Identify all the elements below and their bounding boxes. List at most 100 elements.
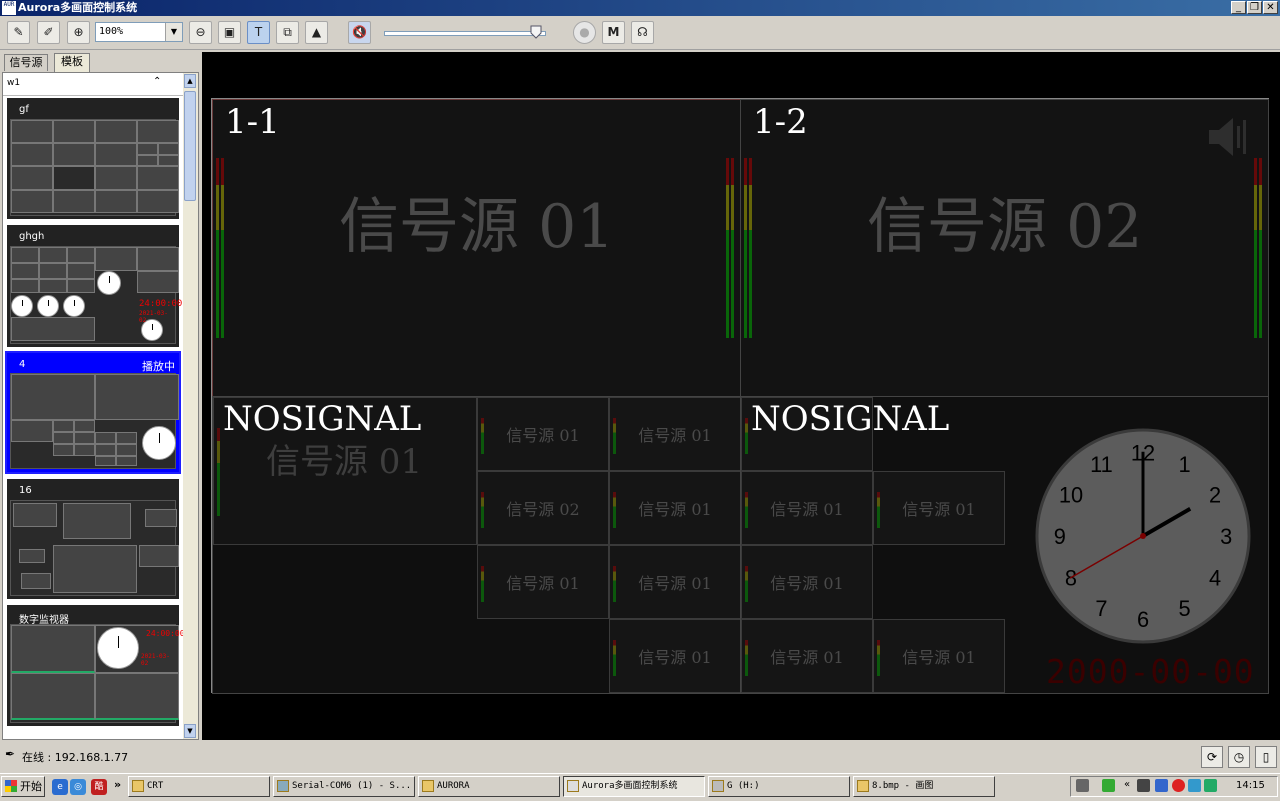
template-preview xyxy=(10,373,179,469)
speaker-icon xyxy=(1209,118,1246,156)
scroll-thumb[interactable] xyxy=(184,91,196,201)
template-preview: 24:00:00 2021-03-02 xyxy=(10,246,182,344)
link-tool-button[interactable]: ✐ xyxy=(37,21,60,44)
desktop-icon[interactable]: ◎ xyxy=(70,779,86,795)
task-button[interactable]: Serial-COM6 (1) - S... xyxy=(273,776,415,797)
sub-window[interactable]: 信号源 01 xyxy=(873,471,1005,545)
text-tool-button[interactable]: T xyxy=(247,21,270,44)
zoom-in-button[interactable]: ⊕ xyxy=(67,21,90,44)
sub-source-name: 信号源 01 xyxy=(902,648,976,667)
tab-template[interactable]: 模板 xyxy=(54,53,90,72)
sub-window[interactable]: 信号源 01 xyxy=(609,619,740,693)
task-button[interactable]: 8.bmp - 画图 xyxy=(853,776,995,797)
task-button-active[interactable]: Aurora多画面控制系统 xyxy=(563,776,705,797)
sub-window[interactable]: 信号源 01 xyxy=(609,397,740,471)
template-item-selected[interactable]: 4 播放中 xyxy=(5,351,181,474)
wall-window-2-1[interactable]: 信号源 01 NOSIGNAL 信号源 01 信号源 01 信号源 02 信号源… xyxy=(212,396,741,694)
clock-number: 2 xyxy=(1209,482,1221,507)
brush-icon: ✐ xyxy=(43,25,54,39)
restore-button[interactable]: ❐ xyxy=(1247,1,1262,14)
system-clock: 14:15 xyxy=(1236,780,1265,791)
mouse-icon: ▯ xyxy=(1262,750,1270,764)
title-bar: AUR Aurora多画面控制系统 _ ❐ ✕ xyxy=(0,0,1280,16)
quicklaunch-overflow[interactable]: » xyxy=(114,778,121,791)
chevron-down-icon[interactable]: ▼ xyxy=(165,23,182,41)
mini-date-text: 2021-03-02 xyxy=(141,653,170,667)
sub-window[interactable]: 信号源 01 xyxy=(873,619,1005,693)
sub-source-name: 信号源 01 xyxy=(770,648,844,667)
task-button[interactable]: G (H:) xyxy=(708,776,850,797)
headphones-icon: ☊ xyxy=(637,25,648,39)
wall-window-1-2[interactable]: 1-2 信号源 02 xyxy=(740,99,1269,397)
wall-window-1-1[interactable]: 1-1 信号源 01 xyxy=(212,99,741,397)
start-label: 开始 xyxy=(20,780,42,793)
template-scrollbar[interactable]: ▲ ▼ xyxy=(183,73,198,739)
chevron-up-icon[interactable]: ⌃ xyxy=(153,76,161,87)
template-item[interactable]: ghgh 24:00:00 2021-03-02 xyxy=(5,223,182,349)
analog-clock[interactable]: 12 1234567891011 xyxy=(1034,427,1252,645)
clock-button[interactable]: ◷ xyxy=(1228,746,1250,768)
window-source-name: 信号源 01 xyxy=(339,192,615,262)
image-button[interactable]: ▲ xyxy=(305,21,328,44)
task-label: 8.bmp - 画图 xyxy=(872,781,934,791)
sub-window[interactable]: 信号源 01 xyxy=(477,545,609,619)
volume-slider-thumb[interactable] xyxy=(530,25,542,39)
refresh-button[interactable]: ⟳ xyxy=(1201,746,1223,768)
sub-window[interactable]: 信号源 01 xyxy=(609,471,740,545)
paint-icon xyxy=(857,780,869,792)
windows-logo-icon xyxy=(5,780,17,792)
close-button[interactable]: ✕ xyxy=(1263,1,1278,14)
minimize-button[interactable]: _ xyxy=(1231,1,1246,14)
zoom-select[interactable]: 100% ▼ xyxy=(95,22,183,42)
pen-tool-button[interactable]: ✎ xyxy=(7,21,30,44)
zoom-out-button[interactable]: ⊖ xyxy=(189,21,212,44)
app-shortcut-icon[interactable]: 酷 xyxy=(91,779,107,795)
keyboard-icon[interactable] xyxy=(1076,779,1089,792)
scroll-up-icon[interactable]: ▲ xyxy=(184,74,196,88)
folder-icon xyxy=(422,780,434,792)
security-icon[interactable] xyxy=(1172,779,1185,792)
tab-signal-source[interactable]: 信号源 xyxy=(4,54,48,71)
record-button[interactable]: ● xyxy=(573,21,596,44)
update-icon[interactable] xyxy=(1188,779,1201,792)
mute-button[interactable]: 🔇 xyxy=(348,21,371,44)
template-item[interactable]: 16 xyxy=(5,477,181,601)
template-item[interactable]: gf xyxy=(5,96,181,221)
no-signal-label: NOSIGNAL xyxy=(223,399,422,439)
start-button[interactable]: 开始 xyxy=(1,776,45,797)
task-button[interactable]: AURORA xyxy=(418,776,560,797)
clock-number: 9 xyxy=(1054,524,1066,549)
headphones-button[interactable]: ☊ xyxy=(631,21,654,44)
battery-icon[interactable] xyxy=(1102,779,1115,792)
sub-source-name: 信号源 01 xyxy=(638,500,712,519)
fit-screen-button[interactable]: ▣ xyxy=(218,21,241,44)
sub-window[interactable]: 信号源 01 xyxy=(477,397,609,471)
template-item[interactable]: 数字监视器 24:00:00 2021-03-02 xyxy=(5,603,185,728)
sub-source-name: 信号源 02 xyxy=(506,500,580,519)
shield-icon[interactable] xyxy=(1204,779,1217,792)
task-button[interactable]: CRT xyxy=(128,776,270,797)
clock-number: 6 xyxy=(1137,607,1149,632)
scroll-down-icon[interactable]: ▼ xyxy=(184,724,196,738)
tray-expand-icon[interactable]: « xyxy=(1124,779,1130,790)
connection-icon: ✒ xyxy=(5,747,16,761)
no-signal-label: NOSIGNAL xyxy=(751,399,950,439)
mouse-button[interactable]: ▯ xyxy=(1255,746,1277,768)
clock-number: 1 xyxy=(1179,452,1191,477)
sub-window[interactable]: 信号源 01 xyxy=(741,619,873,693)
sub-window[interactable]: 信号源 01 xyxy=(741,545,873,619)
sub-window[interactable]: 信号源 01 xyxy=(609,545,740,619)
sub-source-name: 信号源 01 xyxy=(506,574,580,593)
sub-window[interactable]: 信号源 02 xyxy=(477,471,609,545)
m-button[interactable]: M xyxy=(602,21,625,44)
template-group-header[interactable]: w1 ⌃ xyxy=(3,73,183,96)
ie-icon[interactable]: e xyxy=(52,779,68,795)
network-icon[interactable] xyxy=(1137,779,1150,792)
volume-slider-track[interactable] xyxy=(384,31,546,36)
clock-icon: ◷ xyxy=(1233,750,1245,764)
clock-number: 5 xyxy=(1179,596,1191,621)
zoom-value: 100% xyxy=(99,26,124,37)
copy-layout-button[interactable]: ⧉ xyxy=(276,21,299,44)
display-icon[interactable] xyxy=(1155,779,1168,792)
sub-window[interactable]: 信号源 01 xyxy=(741,471,873,545)
